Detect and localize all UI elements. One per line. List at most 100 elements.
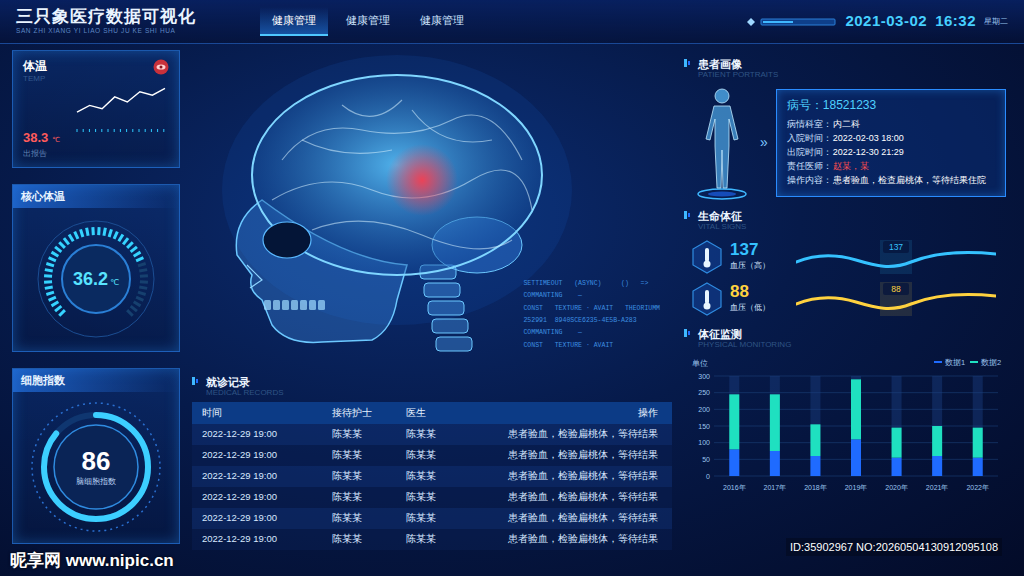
- field-value: 内二科: [833, 118, 860, 132]
- wave-line: [796, 294, 996, 308]
- panel-subtitle: TEMP: [23, 73, 60, 85]
- table-cell: 2022-12-29 19:00: [202, 490, 332, 504]
- code-line: SETTIMEOUT (ASYNC) () =>: [523, 278, 660, 290]
- table-cell: 患者验血，检验扁桃体，等待结果: [496, 490, 662, 504]
- cell-index-reading: 86 脑细胞指数: [76, 448, 116, 487]
- table-cell: 陈某某: [332, 490, 406, 504]
- temperature-panel: 体温TEMP 38.3 ℃ 出报告: [12, 50, 180, 168]
- weekday: 星期二: [984, 16, 1008, 28]
- physical-monitoring: 体征监测PHYSICAL MONITORING单位数据1数据2300250200…: [684, 328, 1006, 502]
- section-subtitle: PHYSICAL MONITORING: [698, 341, 791, 350]
- bar: [973, 428, 983, 458]
- section-text: 就诊记录MEDICAL RECORDS: [206, 376, 284, 398]
- wave-line: [796, 252, 996, 266]
- patient-id-value: 18521233: [823, 98, 876, 112]
- bar: [892, 428, 902, 458]
- unit: ℃: [110, 277, 119, 289]
- tab[interactable]: 健康管理: [334, 7, 402, 36]
- table-cell: 2022-12-29 19:00: [202, 511, 332, 525]
- table-cell: 患者验血，检验扁桃体，等待结果: [496, 511, 662, 525]
- tab-label: 健康管理: [420, 14, 464, 26]
- date: 2021-03-02: [845, 10, 927, 33]
- vital-value: 88: [730, 283, 788, 300]
- unit: ℃: [52, 135, 60, 146]
- thermometer-icon: [692, 282, 722, 316]
- field-label: 操作内容：: [787, 174, 833, 188]
- code-line: 252991 8940SCE6235-4E5B-A283: [523, 315, 660, 327]
- tab-label: 健康管理: [272, 14, 316, 26]
- table-cell: 陈某某: [406, 490, 496, 504]
- watermark-site: 昵享网 www.nipic.cn: [10, 548, 174, 574]
- field-value: 患者验血，检查扁桃体，等待结果住院: [833, 174, 986, 188]
- table-row: 2022-12-29 19:00陈某某陈某某患者验血，检验扁桃体，等待结果: [192, 487, 672, 508]
- field-label: 出院时间：: [787, 146, 833, 160]
- x-label: 2018年: [804, 484, 827, 491]
- dashboard: 三只象医疗数据可视化SAN ZHI XIANG YI LIAO SHU JU K…: [0, 0, 1024, 576]
- bar: [770, 451, 780, 476]
- main-area: 体温TEMP38.3℃出报告核心体温36.2℃细胞指数86脑细胞指数SETTIM…: [0, 44, 1024, 576]
- bar: [932, 426, 942, 456]
- y-tick: 250: [698, 389, 710, 396]
- x-label: 2016年: [723, 484, 746, 491]
- column-header: 医生: [406, 406, 496, 420]
- patient-field: 病情科室：内二科: [787, 118, 995, 132]
- table-cell: 患者验血，检验扁桃体，等待结果: [496, 469, 662, 483]
- section-title: 体征监测PHYSICAL MONITORING: [684, 328, 1006, 350]
- table-row: 2022-12-29 19:00陈某某陈某某患者验血，检验扁桃体，等待结果: [192, 466, 672, 487]
- tab-bar: 健康管理 健康管理 健康管理: [260, 7, 476, 36]
- section-marker-icon: [684, 210, 692, 220]
- watermark-id: ID:35902967 NO:20260504130912095108: [786, 538, 1002, 557]
- medical-records: 就诊记录MEDICAL RECORDS 时间接待护士医生操作2022-12-29 …: [192, 376, 672, 550]
- app-subtitle: SAN ZHI XIANG YI LIAO SHU JU KE SHI HUA: [16, 26, 196, 36]
- panel-title: 体温: [23, 59, 60, 73]
- table-body: 2022-12-29 19:00陈某某陈某某患者验血，检验扁桃体，等待结果202…: [192, 424, 672, 550]
- patient-field: 责任医师：赵某，某: [787, 160, 995, 174]
- temperature-note: 出报告: [23, 148, 60, 159]
- cell-index-value: 86: [82, 448, 111, 474]
- section-heading: 就诊记录: [206, 376, 284, 389]
- section-heading: 体征监测: [698, 328, 791, 341]
- center-column: SETTIMEOUT (ASYNC) () =>COMMANTING —CONS…: [192, 50, 672, 576]
- code-line: COMMANTING —: [523, 290, 660, 302]
- vital-label: 血压（高）: [730, 260, 788, 272]
- bar: [770, 394, 780, 451]
- code-overlay: SETTIMEOUT (ASYNC) () =>COMMANTING —CONS…: [523, 278, 660, 352]
- vital-row: 137血压（高）137: [684, 236, 1006, 278]
- vital-wave: 137: [796, 240, 996, 274]
- x-label: 2020年: [885, 484, 908, 491]
- section-subtitle: MEDICAL RECORDS: [206, 389, 284, 398]
- signal-icon: [747, 16, 837, 28]
- x-label: 2017年: [764, 484, 787, 491]
- legend-swatch: [970, 361, 978, 363]
- field-label: 病情科室：: [787, 118, 833, 132]
- section-marker-icon: [192, 376, 200, 386]
- section-text: 生命体征VITAL SIGNS: [698, 210, 746, 232]
- temperature-value: 38.3: [23, 128, 48, 148]
- bar: [851, 379, 861, 439]
- bar: [892, 458, 902, 476]
- table-cell: 陈某某: [332, 469, 406, 483]
- x-label: 2022年: [966, 484, 989, 491]
- table-cell: 患者验血，检验扁桃体，等待结果: [496, 427, 662, 441]
- time: 16:32: [935, 10, 976, 33]
- patient-portrait: 患者画像PATIENT PORTRAITS»病号：18521233病情科室：内二…: [684, 58, 1006, 202]
- cell-index-label: 脑细胞指数: [76, 476, 116, 487]
- vital-label: 血压（低）: [730, 302, 788, 314]
- bar: [973, 458, 983, 476]
- temperature-chart-area: [73, 59, 169, 159]
- bar: [810, 424, 820, 456]
- bar: [810, 456, 820, 476]
- records-table: 时间接待护士医生操作2022-12-29 19:00陈某某陈某某患者验血，检验扁…: [192, 402, 672, 550]
- patient-id: 病号：18521233: [787, 96, 995, 114]
- monitoring-bar-chart: 单位数据1数据23002502001501005002016年2017年2018…: [684, 354, 1006, 502]
- tab[interactable]: 健康管理: [260, 7, 328, 36]
- left-column: 体温TEMP38.3℃出报告核心体温36.2℃细胞指数86脑细胞指数: [12, 50, 180, 576]
- tab[interactable]: 健康管理: [408, 7, 476, 36]
- vital-wave: 88: [796, 282, 996, 316]
- section-title: 就诊记录MEDICAL RECORDS: [192, 376, 672, 398]
- temperature-info: 体温TEMP 38.3 ℃ 出报告: [23, 59, 60, 159]
- table-cell: 患者验血，检验扁桃体，等待结果: [496, 448, 662, 462]
- core-temperature-panel: 核心体温36.2℃: [12, 184, 180, 352]
- vital-reading: 88 血压（低）: [730, 283, 788, 314]
- table-row: 2022-12-29 19:00陈某某陈某某患者验血，检验扁桃体，等待结果: [192, 445, 672, 466]
